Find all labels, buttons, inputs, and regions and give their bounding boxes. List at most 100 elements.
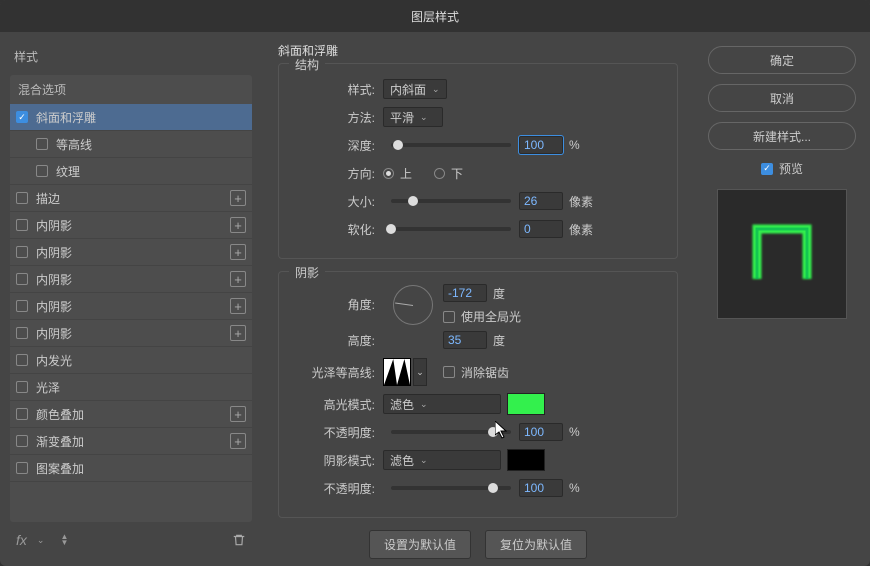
style-checkbox[interactable] xyxy=(16,246,28,258)
soften-label: 软化: xyxy=(293,221,375,238)
style-checkbox[interactable] xyxy=(16,462,28,474)
fx-caret-icon[interactable]: ⌄ xyxy=(37,535,45,546)
style-checkbox[interactable] xyxy=(16,435,28,447)
shadow-opacity-input[interactable]: 100 xyxy=(519,479,563,497)
highlight-opacity-input[interactable]: 100 xyxy=(519,423,563,441)
style-label: 内阴影 xyxy=(36,217,230,234)
style-label: 内阴影 xyxy=(36,325,230,342)
depth-label: 深度: xyxy=(293,137,375,154)
style-checkbox[interactable] xyxy=(16,354,28,366)
styles-footer: fx ⌄ ▲▼ xyxy=(10,522,252,558)
style-checkbox[interactable] xyxy=(16,381,28,393)
style-item-1[interactable]: 等高线 xyxy=(10,131,252,158)
dialog-title: 图层样式 xyxy=(411,8,459,25)
preview-box xyxy=(717,189,847,319)
soften-input[interactable]: 0 xyxy=(519,220,563,238)
preview-checkbox[interactable] xyxy=(761,163,773,175)
add-effect-icon[interactable]: + xyxy=(230,217,246,233)
highlight-mode-select[interactable]: 滤色⌄ xyxy=(383,394,501,414)
angle-input[interactable]: -172 xyxy=(443,284,487,302)
style-label: 样式: xyxy=(293,81,375,98)
add-effect-icon[interactable]: + xyxy=(230,433,246,449)
style-item-2[interactable]: 纹理 xyxy=(10,158,252,185)
shadow-mode-select[interactable]: 滤色⌄ xyxy=(383,450,501,470)
global-light-checkbox[interactable] xyxy=(443,311,455,323)
style-label: 纹理 xyxy=(56,163,246,180)
style-label: 渐变叠加 xyxy=(36,433,230,450)
gloss-contour-caret[interactable]: ⌄ xyxy=(413,358,427,386)
anti-alias-checkbox[interactable] xyxy=(443,366,455,378)
angle-dial[interactable] xyxy=(393,285,433,325)
gloss-contour-picker[interactable] xyxy=(383,358,411,386)
add-effect-icon[interactable]: + xyxy=(230,244,246,260)
size-input[interactable]: 26 xyxy=(519,192,563,210)
size-slider[interactable] xyxy=(391,199,511,203)
add-effect-icon[interactable]: + xyxy=(230,190,246,206)
style-item-3[interactable]: 描边+ xyxy=(10,185,252,212)
highlight-opacity-label: 不透明度: xyxy=(293,424,375,441)
action-panel: 确定 取消 新建样式... 预览 xyxy=(694,32,870,566)
style-checkbox[interactable] xyxy=(16,111,28,123)
trash-icon[interactable] xyxy=(232,533,246,547)
style-checkbox[interactable] xyxy=(16,327,28,339)
style-item-8[interactable]: 内阴影+ xyxy=(10,320,252,347)
style-item-5[interactable]: 内阴影+ xyxy=(10,239,252,266)
style-checkbox[interactable] xyxy=(36,165,48,177)
altitude-input[interactable]: 35 xyxy=(443,331,487,349)
style-checkbox[interactable] xyxy=(16,273,28,285)
style-item-9[interactable]: 内发光 xyxy=(10,347,252,374)
make-default-button[interactable]: 设置为默认值 xyxy=(369,530,471,559)
style-item-4[interactable]: 内阴影+ xyxy=(10,212,252,239)
blending-options-item[interactable]: 混合选项 xyxy=(10,75,252,104)
style-checkbox[interactable] xyxy=(16,219,28,231)
style-checkbox[interactable] xyxy=(36,138,48,150)
add-effect-icon[interactable]: + xyxy=(230,325,246,341)
cancel-button[interactable]: 取消 xyxy=(708,84,856,112)
new-style-button[interactable]: 新建样式... xyxy=(708,122,856,150)
ok-button[interactable]: 确定 xyxy=(708,46,856,74)
chevron-down-icon: ⌄ xyxy=(420,455,428,466)
settings-panel: 斜面和浮雕 结构 样式: 内斜面⌄ 方法: 平滑⌄ 深度: 100 % xyxy=(262,32,694,566)
shadow-color-swatch[interactable] xyxy=(507,449,545,471)
style-select[interactable]: 内斜面⌄ xyxy=(383,79,447,99)
fx-icon[interactable]: fx xyxy=(16,532,27,548)
style-item-0[interactable]: 斜面和浮雕 xyxy=(10,104,252,131)
style-label: 内阴影 xyxy=(36,244,230,261)
shading-legend: 阴影 xyxy=(289,264,325,281)
style-checkbox[interactable] xyxy=(16,300,28,312)
reset-default-button[interactable]: 复位为默认值 xyxy=(485,530,587,559)
style-item-7[interactable]: 内阴影+ xyxy=(10,293,252,320)
depth-input[interactable]: 100 xyxy=(519,136,563,154)
direction-label: 方向: xyxy=(293,165,375,182)
add-effect-icon[interactable]: + xyxy=(230,298,246,314)
add-effect-icon[interactable]: + xyxy=(230,406,246,422)
add-effect-icon[interactable]: + xyxy=(230,271,246,287)
style-checkbox[interactable] xyxy=(16,192,28,204)
style-label: 内发光 xyxy=(36,352,246,369)
style-label: 内阴影 xyxy=(36,271,230,288)
style-item-11[interactable]: 颜色叠加+ xyxy=(10,401,252,428)
structure-group: 结构 样式: 内斜面⌄ 方法: 平滑⌄ 深度: 100 % 方向: xyxy=(278,63,678,259)
depth-slider[interactable] xyxy=(391,143,511,147)
highlight-opacity-slider[interactable] xyxy=(391,430,511,434)
direction-down-radio[interactable] xyxy=(434,168,445,179)
direction-up-radio[interactable] xyxy=(383,168,394,179)
style-item-12[interactable]: 渐变叠加+ xyxy=(10,428,252,455)
soften-slider[interactable] xyxy=(391,227,511,231)
style-label: 等高线 xyxy=(56,136,246,153)
style-checkbox[interactable] xyxy=(16,408,28,420)
shadow-opacity-slider[interactable] xyxy=(391,486,511,490)
size-label: 大小: xyxy=(293,193,375,210)
angle-label: 角度: xyxy=(293,296,375,313)
style-label: 描边 xyxy=(36,190,230,207)
style-label: 斜面和浮雕 xyxy=(36,109,246,126)
styles-header[interactable]: 样式 xyxy=(10,42,252,71)
technique-select[interactable]: 平滑⌄ xyxy=(383,107,443,127)
highlight-color-swatch[interactable] xyxy=(507,393,545,415)
structure-legend: 结构 xyxy=(289,56,325,73)
style-item-6[interactable]: 内阴影+ xyxy=(10,266,252,293)
style-item-10[interactable]: 光泽 xyxy=(10,374,252,401)
chevron-down-icon: ⌄ xyxy=(420,112,428,123)
style-item-13[interactable]: 图案叠加 xyxy=(10,455,252,482)
reorder-arrows[interactable]: ▲▼ xyxy=(60,534,68,546)
